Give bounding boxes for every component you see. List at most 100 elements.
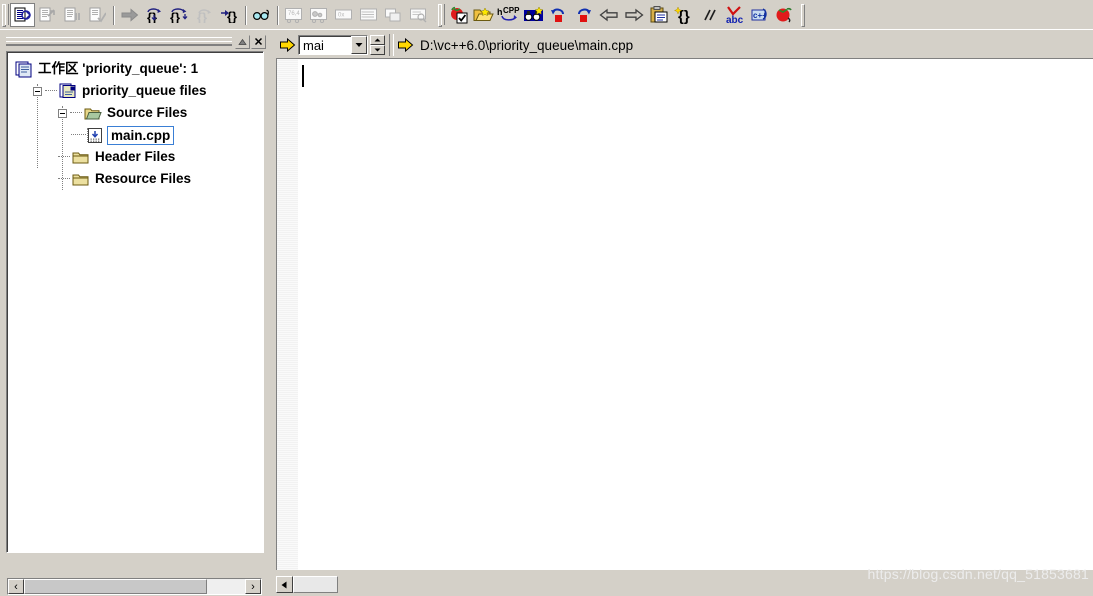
- comment-button[interactable]: [696, 3, 721, 27]
- text-caret: [302, 65, 304, 87]
- forward-button[interactable]: [621, 3, 646, 27]
- run-to-cursor-button[interactable]: {}: [217, 3, 242, 27]
- toolbar-separator-1: [110, 4, 117, 26]
- folder-closed-icon: [72, 152, 89, 163]
- watermark-text: https://blog.csdn.net/qq_51853681: [867, 566, 1089, 582]
- spell-check-button[interactable]: abc: [721, 3, 746, 27]
- tree-node-project[interactable]: priority_queue files: [15, 80, 263, 102]
- workspace-titlebar[interactable]: [6, 34, 266, 49]
- tree-node-workspace-root[interactable]: 工作区 'priority_queue': 1: [15, 58, 263, 80]
- glasses-icon: [252, 9, 269, 20]
- editor-hscroll-left-arrow[interactable]: [276, 576, 293, 593]
- clipboard-icon: [650, 5, 667, 22]
- nav-back-button[interactable]: [546, 3, 571, 27]
- memory-window-button[interactable]: [356, 3, 381, 27]
- watch-window-button[interactable]: 76,4: [281, 3, 306, 27]
- toolbar-grip-va[interactable]: [437, 3, 445, 27]
- hscroll-track[interactable]: [207, 579, 245, 594]
- stop-build-button[interactable]: [60, 3, 85, 27]
- go-button[interactable]: [117, 3, 142, 27]
- build-button[interactable]: [35, 3, 60, 27]
- back-button[interactable]: [596, 3, 621, 27]
- hscroll-thumb[interactable]: [24, 579, 207, 594]
- call-stack-icon: [385, 8, 401, 21]
- cpp-arrow-icon: c++: [751, 7, 767, 20]
- workspace-drag-gripper[interactable]: [6, 37, 232, 46]
- toolbar-separator-3: [274, 4, 281, 26]
- svg-text:{}: {}: [227, 9, 237, 23]
- tree-label-main-cpp: main.cpp: [107, 125, 175, 145]
- create-implementation-button[interactable]: c++: [746, 3, 771, 27]
- variables-window-button[interactable]: [306, 3, 331, 27]
- spinner-down-button[interactable]: [370, 45, 385, 55]
- nav-forward-button[interactable]: [571, 3, 596, 27]
- toolbar-grip-build[interactable]: [1, 3, 9, 27]
- step-over-button[interactable]: {}: [167, 3, 192, 27]
- tree-dotline-resource-files: [58, 178, 70, 180]
- quickwatch-button[interactable]: [249, 3, 274, 27]
- tree-label-header-files: Header Files: [95, 149, 176, 164]
- folder-open-icon: [84, 108, 102, 119]
- function-combo[interactable]: mai: [298, 35, 368, 55]
- editor-hscroll-thumb[interactable]: [293, 576, 338, 593]
- svg-text:{}: {}: [170, 10, 180, 23]
- function-spinner[interactable]: [370, 35, 385, 55]
- toolbar-grip-end[interactable]: [800, 3, 807, 27]
- right-arrow-icon: [624, 8, 644, 21]
- editor-gutter[interactable]: [277, 59, 299, 570]
- execute-program-button[interactable]: [85, 3, 110, 27]
- tree-dotline-project: [45, 90, 57, 92]
- step-out-button[interactable]: {}: [192, 3, 217, 27]
- refactor-button[interactable]: {}: [671, 3, 696, 27]
- chevron-down-icon[interactable]: [351, 36, 367, 54]
- workspace-hscrollbar[interactable]: ‹ ›: [7, 578, 262, 595]
- find-symbol-button[interactable]: [521, 3, 546, 27]
- tree-node-resource-files[interactable]: Resource Files: [15, 168, 263, 190]
- va-options-button[interactable]: [771, 3, 796, 27]
- workspace-tree: 工作区 'priority_queue': 1 priority_queue f…: [7, 52, 263, 190]
- paste-history-button[interactable]: [646, 3, 671, 27]
- tree-node-main-cpp[interactable]: main.cpp: [15, 124, 263, 146]
- double-slash-icon: [703, 9, 716, 20]
- run-to-cursor-icon: {}: [220, 9, 237, 23]
- stop-build-icon: [64, 7, 80, 21]
- tree-node-source-files[interactable]: Source Files: [15, 102, 263, 124]
- svg-text:{}: {}: [197, 10, 207, 23]
- svg-text:76,4: 76,4: [288, 11, 300, 17]
- hscroll-left-arrow[interactable]: ‹: [8, 579, 24, 594]
- workspace-close-button[interactable]: [251, 34, 266, 49]
- svg-text:CPP: CPP: [503, 6, 520, 15]
- va-enable-button[interactable]: [446, 3, 471, 27]
- step-into-button[interactable]: {}: [142, 3, 167, 27]
- function-combo-value: mai: [303, 37, 324, 53]
- svg-text:{}: {}: [147, 10, 157, 23]
- compile-button[interactable]: [10, 2, 35, 27]
- toolbar-separator-2: [242, 4, 249, 26]
- tree-dotline-header-files: [58, 156, 70, 158]
- open-file-in-solution-button[interactable]: [471, 3, 496, 27]
- tree-label-workspace-root: 工作区 'priority_queue': 1: [38, 61, 199, 76]
- disassembly-button[interactable]: [406, 3, 431, 27]
- tree-expander-project[interactable]: [33, 86, 42, 96]
- yellow-arrow-icon: [280, 38, 296, 52]
- svg-text:h: h: [497, 7, 503, 17]
- registers-window-icon: 0x: [335, 9, 352, 19]
- tree-label-project: priority_queue files: [82, 83, 207, 98]
- variables-window-icon: [310, 7, 327, 23]
- editor-window: mai D:\vc++6.0\priority_queue\main.cpp: [276, 32, 1093, 596]
- left-arrow-icon: [598, 8, 618, 21]
- registers-window-button[interactable]: 0x: [331, 3, 356, 27]
- compile-icon: [14, 7, 31, 21]
- tree-expander-source-files[interactable]: [58, 108, 67, 118]
- editor-text-area[interactable]: [276, 58, 1093, 570]
- editor-header: mai D:\vc++6.0\priority_queue\main.cpp: [276, 32, 1093, 58]
- tree-node-header-files[interactable]: Header Files: [15, 146, 263, 168]
- toolbar-strip: {} {} {} {} 76,4 0x h CPP {} abc c++: [0, 0, 1093, 30]
- workspace-restore-button[interactable]: [235, 34, 250, 49]
- hscroll-right-arrow[interactable]: ›: [245, 579, 261, 594]
- workspace-tree-frame[interactable]: 工作区 'priority_queue': 1 priority_queue f…: [6, 51, 264, 553]
- file-path-bar: D:\vc++6.0\priority_queue\main.cpp: [398, 34, 1093, 56]
- spinner-up-button[interactable]: [370, 35, 385, 45]
- call-stack-button[interactable]: [381, 3, 406, 27]
- toggle-header-source-button[interactable]: h CPP: [496, 3, 521, 27]
